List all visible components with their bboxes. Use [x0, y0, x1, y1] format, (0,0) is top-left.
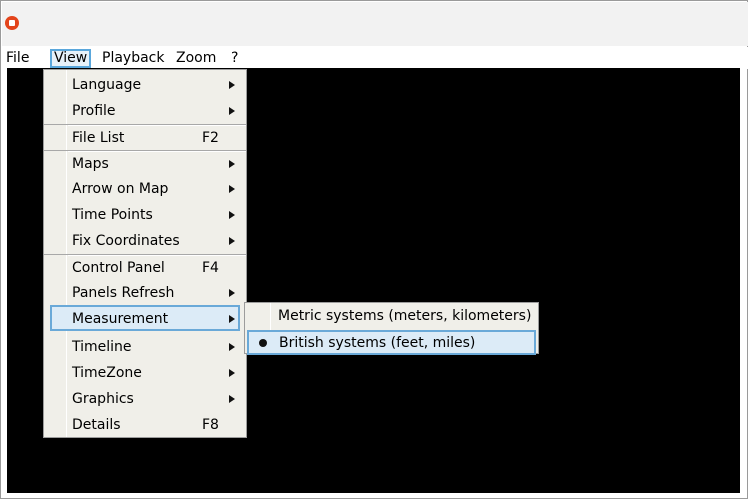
menu-item-label: Control Panel: [72, 260, 165, 276]
menu-item-shortcut: F4: [202, 260, 219, 276]
radio-bullet-icon: [259, 339, 267, 347]
menu-item-label: British systems (feet, miles): [279, 335, 476, 351]
menu-view[interactable]: View: [50, 49, 92, 68]
menu-item-maps[interactable]: Maps: [44, 150, 246, 176]
menu-item-label: TimeZone: [72, 365, 142, 381]
submenu-arrow-icon: [229, 107, 235, 115]
menu-item-label: Details: [72, 417, 121, 433]
menu-item-language[interactable]: Language: [44, 72, 246, 98]
menu-zoom[interactable]: Zoom: [174, 49, 218, 68]
menu-item-metric-systems[interactable]: Metric systems (meters, kilometers): [245, 304, 538, 329]
menu-item-details[interactable]: Details F8: [44, 412, 246, 438]
menu-item-file-list[interactable]: File List F2: [44, 124, 246, 150]
menu-item-graphics[interactable]: Graphics: [44, 386, 246, 412]
menu-item-label: Language: [72, 77, 142, 93]
submenu-arrow-icon: [229, 185, 235, 193]
menu-item-label: Arrow on Map: [72, 181, 169, 197]
menu-item-measurement[interactable]: Measurement: [50, 305, 240, 331]
menu-item-profile[interactable]: Profile: [44, 98, 246, 124]
menu-bar: File View Playback Zoom ?: [2, 47, 748, 69]
submenu-arrow-icon: [229, 81, 235, 89]
menu-item-label: Panels Refresh: [72, 285, 175, 301]
menu-item-shortcut: F2: [202, 130, 219, 146]
submenu-arrow-icon: [229, 237, 235, 245]
menu-item-label: Measurement: [72, 311, 169, 327]
menu-item-timezone[interactable]: TimeZone: [44, 360, 246, 386]
menu-file[interactable]: File: [4, 49, 31, 68]
menu-item-arrow-on-map[interactable]: Arrow on Map: [44, 176, 246, 202]
menu-item-label: File List: [72, 130, 125, 146]
menu-item-label: Time Points: [72, 207, 153, 223]
menu-item-fix-coordinates[interactable]: Fix Coordinates: [44, 228, 246, 254]
menu-item-shortcut: F8: [202, 417, 219, 433]
menu-item-label: Metric systems (meters, kilometers): [278, 308, 532, 324]
menu-item-label: Profile: [72, 103, 116, 119]
menu-playback[interactable]: Playback: [100, 49, 166, 68]
title-bar: [2, 2, 748, 46]
submenu-arrow-icon: [229, 289, 235, 297]
menu-item-label: Maps: [72, 156, 109, 172]
app-logo-icon[interactable]: [5, 16, 19, 30]
submenu-arrow-icon: [229, 369, 235, 377]
submenu-arrow-icon: [229, 395, 235, 403]
submenu-arrow-icon: [229, 315, 235, 323]
menu-item-time-points[interactable]: Time Points: [44, 202, 246, 228]
submenu-arrow-icon: [229, 160, 235, 168]
submenu-arrow-icon: [229, 211, 235, 219]
menu-item-label: Timeline: [72, 339, 132, 355]
menu-item-timeline[interactable]: Timeline: [44, 334, 246, 360]
menu-help[interactable]: ?: [229, 49, 240, 68]
menu-item-british-systems[interactable]: British systems (feet, miles): [247, 330, 536, 355]
view-dropdown-menu: Language Profile File List F2 Maps Arrow…: [43, 69, 247, 438]
submenu-arrow-icon: [229, 343, 235, 351]
menu-item-label: Fix Coordinates: [72, 233, 180, 249]
measurement-submenu: Metric systems (meters, kilometers) Brit…: [244, 302, 539, 355]
menu-item-control-panel[interactable]: Control Panel F4: [44, 254, 246, 280]
menu-item-label: Graphics: [72, 391, 134, 407]
menu-item-panels-refresh[interactable]: Panels Refresh: [44, 280, 246, 306]
